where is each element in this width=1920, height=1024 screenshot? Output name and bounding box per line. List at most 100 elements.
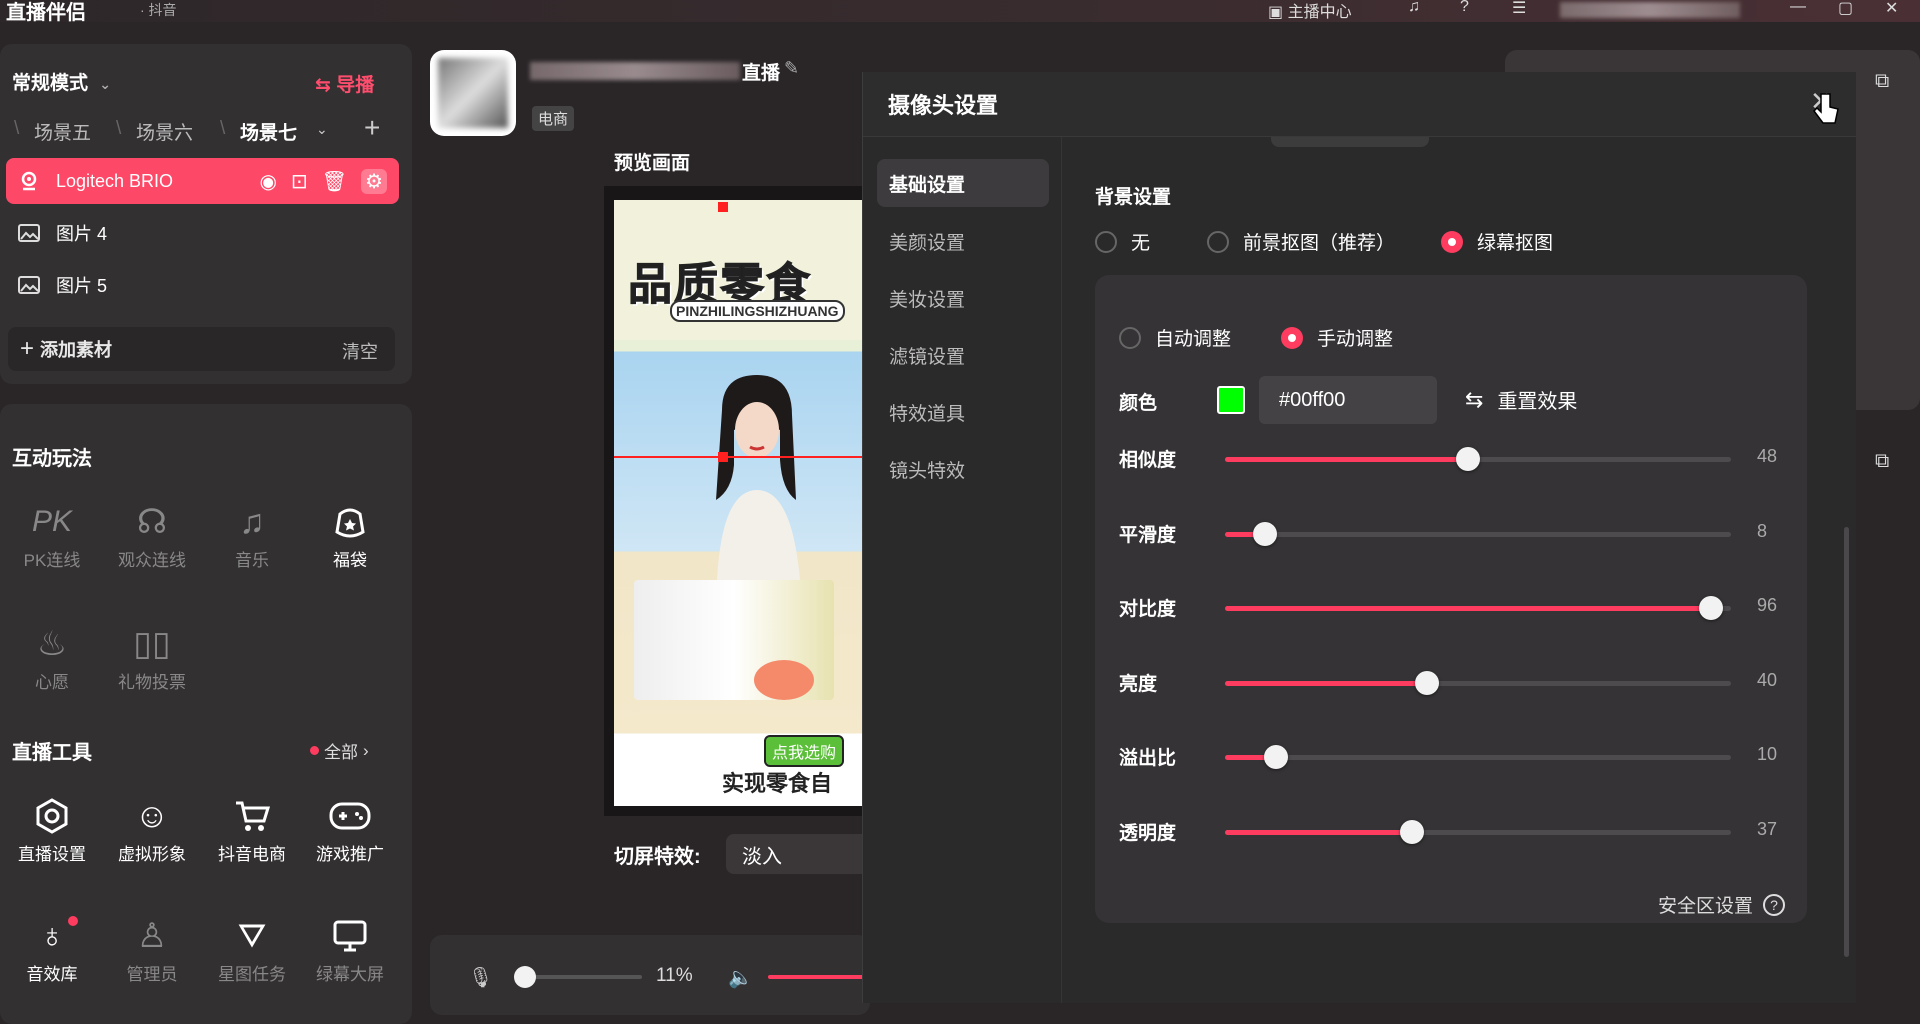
tool-pk[interactable]: PK PK连线 bbox=[2, 498, 102, 571]
tool-gift-vote[interactable]: ▯▯ 礼物投票 bbox=[102, 620, 202, 693]
radio-selected-icon bbox=[1281, 326, 1303, 349]
adjust-manual[interactable]: 手动调整 bbox=[1281, 324, 1393, 351]
add-material-button[interactable]: + 添加素材 bbox=[20, 336, 112, 362]
tool-wish[interactable]: ♨ 心愿 bbox=[2, 620, 102, 693]
source-item-image-5[interactable]: 图片 5 bbox=[6, 262, 399, 308]
reset-effect-button[interactable]: ⇆ 重置效果 bbox=[1465, 385, 1577, 414]
safe-area-settings-link[interactable]: 安全区设置 ? bbox=[1658, 891, 1786, 918]
nav-filter-settings[interactable]: 滤镜设置 bbox=[877, 331, 1049, 379]
slider-track[interactable] bbox=[1225, 820, 1731, 844]
edit-icon[interactable]: ✎ bbox=[784, 58, 799, 79]
all-tools-link[interactable]: 全部 › bbox=[310, 738, 369, 763]
speaker-volume-slider[interactable] bbox=[768, 975, 868, 979]
tool-game-promo[interactable]: 游戏推广 bbox=[300, 792, 400, 865]
slider-knob[interactable] bbox=[1263, 745, 1288, 769]
slider-track[interactable] bbox=[1225, 671, 1731, 695]
tool-label: 绿幕大屏 bbox=[316, 965, 384, 984]
slider-track[interactable] bbox=[1225, 522, 1731, 546]
nav-effect-props[interactable]: 特效道具 bbox=[877, 388, 1049, 436]
bg-option-foreground-matting[interactable]: 前景抠图（推荐） bbox=[1207, 228, 1395, 255]
trash-icon[interactable]: 🗑 bbox=[322, 169, 347, 194]
share-icon[interactable]: ♫ bbox=[1408, 0, 1420, 16]
room-avatar[interactable] bbox=[430, 50, 516, 136]
help-circle-icon[interactable]: ? bbox=[1763, 893, 1786, 916]
tool-green-screen[interactable]: 绿幕大屏 bbox=[300, 912, 400, 985]
minimize-button[interactable]: — bbox=[1790, 0, 1806, 16]
resize-handle[interactable] bbox=[718, 452, 728, 462]
slider-knob[interactable] bbox=[1253, 522, 1278, 546]
tool-avatar[interactable]: ☺ 虚拟形象 bbox=[102, 792, 202, 865]
maximize-button[interactable]: ▢ bbox=[1838, 0, 1853, 18]
tool-lucky-bag[interactable]: 福袋 bbox=[300, 498, 400, 571]
microphone-icon[interactable]: 🎙 bbox=[468, 965, 493, 990]
radio-label: 自动调整 bbox=[1155, 329, 1232, 350]
color-hex-input[interactable]: #00ff00 bbox=[1259, 376, 1437, 424]
tool-label: 抖音电商 bbox=[218, 845, 286, 864]
director-button[interactable]: ⇆ 导播 bbox=[315, 70, 374, 97]
nav-makeup-settings[interactable]: 美妆设置 bbox=[877, 274, 1049, 322]
interactive-title: 互动玩法 bbox=[12, 448, 92, 470]
slider-knob[interactable] bbox=[1415, 671, 1440, 695]
slider-track[interactable] bbox=[1225, 596, 1731, 620]
anchor-center-link[interactable]: ▣ 主播中心 bbox=[1268, 0, 1352, 22]
settings-gear-icon[interactable]: ⚙ bbox=[361, 168, 387, 194]
tool-star-task[interactable]: ⛛ 星图任务 bbox=[202, 912, 302, 985]
source-item-image-4[interactable]: 图片 4 bbox=[6, 210, 399, 256]
eye-icon[interactable]: ◉ bbox=[259, 169, 276, 194]
tool-admin[interactable]: ♙ 管理员 bbox=[102, 912, 202, 985]
chevron-down-icon: ⌄ bbox=[99, 76, 112, 92]
unlock-icon[interactable]: ⊡ bbox=[291, 169, 308, 194]
presenter-figure bbox=[716, 375, 800, 580]
tool-audience-link[interactable]: ☊ 观众连线 bbox=[102, 498, 202, 571]
slider-track[interactable] bbox=[1225, 447, 1731, 471]
switch-effect-select[interactable]: 淡入 bbox=[726, 834, 876, 874]
bg-option-none[interactable]: 无 bbox=[1095, 228, 1150, 255]
menu-icon[interactable]: ☰ bbox=[1512, 0, 1526, 18]
slider-track[interactable] bbox=[1225, 745, 1731, 769]
settings-nav: 基础设置 美颜设置 美妆设置 滤镜设置 特效道具 镜头特效 bbox=[863, 137, 1062, 1003]
user-info-blurred bbox=[1560, 2, 1740, 18]
tool-live-settings[interactable]: 直播设置 bbox=[2, 792, 102, 865]
mic-volume-slider[interactable] bbox=[514, 966, 642, 988]
dialog-scrollbar[interactable] bbox=[1844, 527, 1849, 957]
cart-icon bbox=[202, 792, 302, 840]
slider-knob[interactable] bbox=[1400, 820, 1425, 844]
dialog-title: 摄像头设置 bbox=[888, 93, 999, 118]
music-icon: ♫ bbox=[239, 502, 265, 541]
popout-icon[interactable]: ⧉ bbox=[1875, 450, 1889, 473]
scene-tab-7[interactable]: 场景七 bbox=[240, 118, 297, 145]
tool-douyin-ecommerce[interactable]: 抖音电商 bbox=[202, 792, 302, 865]
add-scene-button[interactable]: + bbox=[364, 112, 380, 144]
nav-lens-effects[interactable]: 镜头特效 bbox=[877, 445, 1049, 493]
bg-option-green-screen[interactable]: 绿幕抠图 bbox=[1441, 228, 1553, 255]
nav-basic-settings[interactable]: 基础设置 bbox=[877, 159, 1049, 207]
help-icon[interactable]: ? bbox=[1460, 0, 1469, 16]
add-material-bar: + 添加素材 清空 bbox=[8, 327, 395, 371]
close-window-button[interactable]: ✕ bbox=[1885, 0, 1898, 18]
switch-effect-label: 切屏特效: bbox=[614, 846, 701, 868]
clear-button[interactable]: 清空 bbox=[342, 338, 378, 364]
scene-tab-6[interactable]: 场景六 bbox=[136, 118, 193, 145]
color-swatch[interactable] bbox=[1217, 386, 1245, 414]
speaker-icon[interactable]: 🔈 bbox=[728, 965, 753, 990]
preview-label: 预览画面 bbox=[614, 153, 691, 174]
tool-sound-effects[interactable]: ♁ 音效库 bbox=[2, 912, 102, 985]
slider-label: 相似度 bbox=[1119, 450, 1177, 471]
source-item-camera[interactable]: Logitech BRIO ◉ ⊡ 🗑 ⚙ bbox=[6, 158, 399, 204]
slider-knob[interactable] bbox=[514, 966, 536, 988]
tool-music[interactable]: ♫ 音乐 bbox=[202, 498, 302, 571]
slider-knob[interactable] bbox=[1698, 596, 1723, 620]
scene-dropdown-icon[interactable]: ⌄ bbox=[316, 121, 328, 138]
mode-selector[interactable]: 常规模式 ⌄ bbox=[12, 68, 111, 95]
slider-knob[interactable] bbox=[1455, 447, 1480, 471]
radio-icon bbox=[1095, 230, 1117, 253]
nav-beauty-settings[interactable]: 美颜设置 bbox=[877, 217, 1049, 265]
category-tag: 电商 bbox=[532, 106, 575, 131]
scene-separator: \ bbox=[220, 118, 226, 139]
adjust-auto[interactable]: 自动调整 bbox=[1119, 324, 1231, 351]
scene-tab-5[interactable]: 场景五 bbox=[34, 118, 91, 145]
resize-handle[interactable] bbox=[718, 202, 728, 212]
slider-value: 37 bbox=[1757, 819, 1778, 839]
preview-canvas[interactable]: 品质零食 PINZHILINGSHIZHUANG 点我选购 实现零食自 bbox=[614, 200, 864, 806]
popout-icon[interactable]: ⧉ bbox=[1875, 70, 1889, 93]
